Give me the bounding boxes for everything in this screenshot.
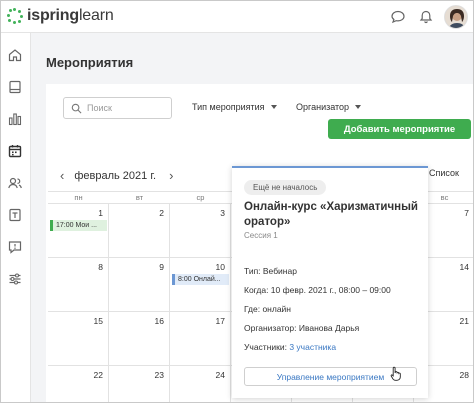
day-number: 10 xyxy=(215,262,225,272)
day-number: 24 xyxy=(215,370,225,380)
book-icon[interactable] xyxy=(7,79,23,95)
add-event-button[interactable]: Добавить мероприятие xyxy=(328,119,471,139)
day-number: 22 xyxy=(93,370,103,380)
day-number: 9 xyxy=(159,262,164,272)
event-location: Где: онлайн xyxy=(244,304,291,314)
chevron-down-icon xyxy=(355,105,362,109)
weekday-label: пн xyxy=(74,193,83,202)
event-type: Тип: Вебинар xyxy=(244,266,297,276)
calendar-day[interactable]: 8 xyxy=(48,258,109,311)
chevron-down-icon xyxy=(270,105,277,109)
users-icon[interactable] xyxy=(7,175,23,191)
calendar-day[interactable]: 15 xyxy=(48,312,109,365)
participants-link[interactable]: 3 участника xyxy=(289,342,336,352)
event-type-label: Тип мероприятия xyxy=(192,102,265,112)
search-box[interactable] xyxy=(63,97,172,119)
weekday-label: ср xyxy=(196,193,205,202)
search-input[interactable] xyxy=(87,100,169,116)
event-organizer: Организатор: Иванова Дарья xyxy=(244,323,360,333)
brand-name: ispringlearn xyxy=(27,7,114,24)
day-number: 28 xyxy=(459,370,469,380)
stats-icon[interactable] xyxy=(7,111,23,127)
day-number: 7 xyxy=(464,208,469,218)
calendar-day[interactable]: 3 xyxy=(170,204,231,257)
user-photo xyxy=(445,6,467,28)
event-title: Онлайн-курс «Харизматичный оратор» xyxy=(244,201,419,228)
tab-list[interactable]: Список xyxy=(429,168,459,178)
calendar-day[interactable]: 9 xyxy=(109,258,170,311)
event-time: Когда: 10 февр. 2021 г., 08:00 – 09:00 xyxy=(244,285,391,295)
calendar-day[interactable]: 2 xyxy=(109,204,170,257)
event-participants: Участники: 3 участника xyxy=(244,342,336,352)
calendar-day[interactable]: 24 xyxy=(170,366,231,402)
day-number: 8 xyxy=(98,262,103,272)
hand-cursor-icon xyxy=(390,366,401,381)
day-number: 16 xyxy=(154,316,164,326)
next-month-button[interactable]: › xyxy=(169,168,173,183)
event-type-dropdown[interactable]: Тип мероприятия xyxy=(192,102,277,112)
settings-sliders-icon[interactable] xyxy=(7,271,23,287)
bell-icon[interactable] xyxy=(418,9,434,25)
message-alert-icon[interactable] xyxy=(7,239,23,255)
calendar-day[interactable]: 22 xyxy=(48,366,109,402)
day-number: 23 xyxy=(154,370,164,380)
app-window: ispringlearn Мероприятия Поиск Тип мероп… xyxy=(0,0,474,403)
participants-label: Участники: xyxy=(244,342,290,352)
day-number: 3 xyxy=(220,208,225,218)
session-label: Сессия 1 xyxy=(244,231,278,240)
prev-month-button[interactable]: ‹ xyxy=(60,168,64,183)
day-number: 17 xyxy=(215,316,225,326)
month-navigation: ‹ февраль 2021 г. › xyxy=(60,168,173,183)
status-badge: Ещё не началось xyxy=(244,180,327,195)
calendar-day[interactable]: 23 xyxy=(109,366,170,402)
logo-icon xyxy=(7,8,23,24)
day-number: 2 xyxy=(159,208,164,218)
calendar-day[interactable]: 16 xyxy=(109,312,170,365)
calendar-event[interactable]: 8:00 Онлай... xyxy=(172,274,229,285)
chat-icon[interactable] xyxy=(390,9,406,25)
day-number: 15 xyxy=(93,316,103,326)
page-title: Мероприятия xyxy=(46,55,134,70)
logo[interactable]: ispringlearn xyxy=(7,7,114,25)
event-popup: Ещё не началось Онлайн-курс «Харизматичн… xyxy=(232,166,428,398)
month-label: февраль 2021 г. xyxy=(74,169,157,182)
calendar-day[interactable]: 10 8:00 Онлай... xyxy=(170,258,231,311)
calendar-day[interactable]: 17 xyxy=(170,312,231,365)
weekday-label: вт xyxy=(135,193,144,202)
avatar[interactable] xyxy=(444,5,468,29)
sidebar xyxy=(1,33,31,402)
search-icon xyxy=(71,103,82,114)
day-number: 14 xyxy=(459,262,469,272)
day-number: 21 xyxy=(459,316,469,326)
day-number: 1 xyxy=(98,208,103,218)
calendar-icon[interactable] xyxy=(7,143,23,159)
document-icon[interactable] xyxy=(7,207,23,223)
organizer-dropdown[interactable]: Организатор xyxy=(296,102,362,112)
organizer-label: Организатор xyxy=(296,102,350,112)
top-bar: ispringlearn xyxy=(1,1,473,33)
home-icon[interactable] xyxy=(7,47,23,63)
calendar-event[interactable]: 17:00 Мои ... xyxy=(50,220,107,231)
calendar-day[interactable]: 1 17:00 Мои ... xyxy=(48,204,109,257)
